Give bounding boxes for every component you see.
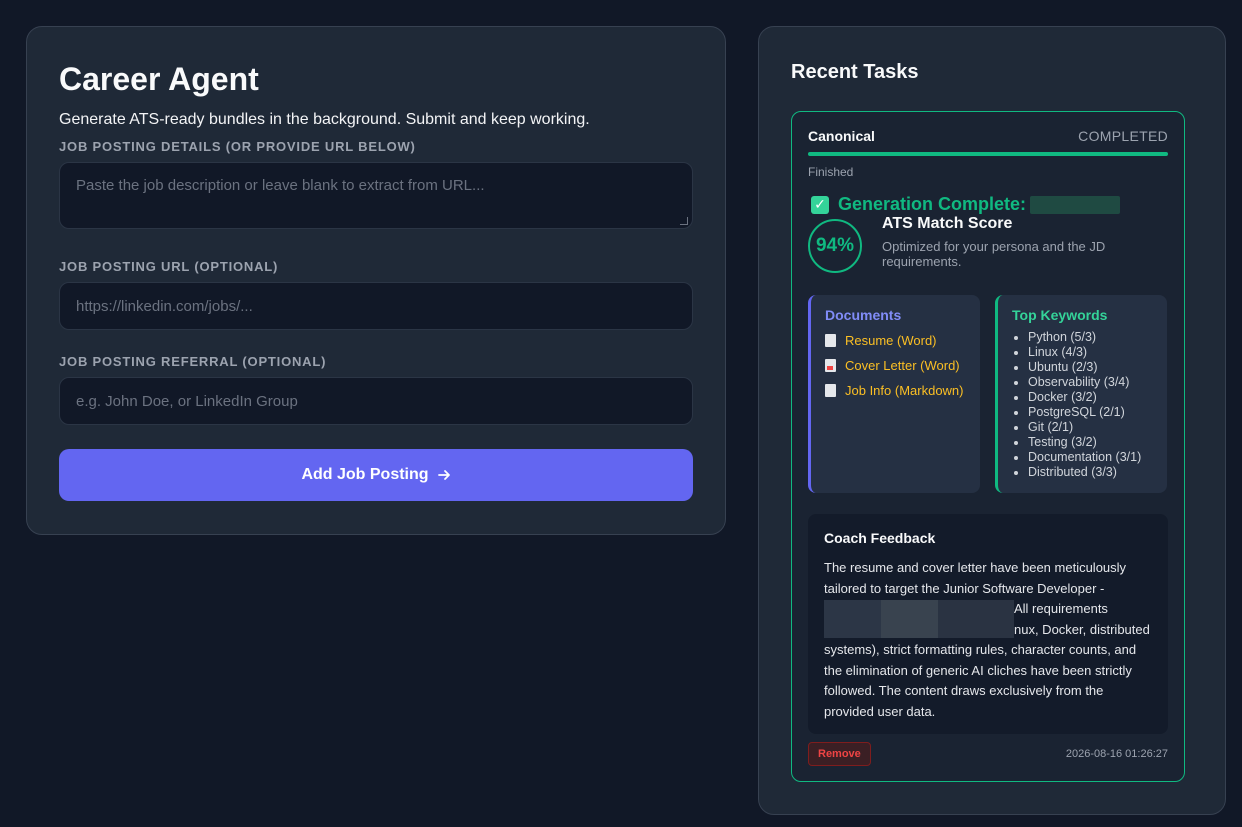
document-label: Resume (Word) (845, 333, 937, 348)
document-label: Cover Letter (Word) (845, 358, 960, 373)
redacted-job-title (1030, 195, 1121, 214)
resize-handle-icon[interactable] (680, 217, 688, 225)
keyword-item: Observability (3/4) (1028, 375, 1153, 390)
url-label: JOB POSTING URL (OPTIONAL) (59, 259, 279, 274)
ats-score-row: 94% ATS Match Score Optimized for your p… (808, 215, 1168, 273)
keywords-title: Top Keywords (1012, 307, 1108, 323)
task-status: COMPLETED (1078, 128, 1168, 144)
ats-score-desc: Optimized for your persona and the JD re… (882, 239, 1106, 269)
task-header: Canonical COMPLETED (808, 128, 1168, 144)
job-form-card: Career Agent Generate ATS-ready bundles … (26, 26, 726, 535)
task-phase: Finished (808, 165, 854, 179)
ats-score-title: ATS Match Score (882, 215, 1013, 232)
keyword-item: Linux (4/3) (1028, 345, 1153, 360)
document-label: Job Info (Markdown) (845, 383, 964, 398)
coach-text-part1: The resume and cover letter have been me… (824, 560, 1127, 596)
job-referral-placeholder: e.g. John Doe, or LinkedIn Group (76, 392, 298, 410)
job-details-textarea[interactable]: Paste the job description or leave blank… (59, 162, 693, 229)
document-link-job-info[interactable]: Job Info (Markdown) (825, 383, 966, 398)
keyword-item: Distributed (3/3) (1028, 465, 1153, 480)
coach-feedback-title: Coach Feedback (824, 530, 936, 546)
task-timestamp: 2026-08-16 01:26:27 (1065, 748, 1168, 760)
coach-feedback-box: Coach Feedback The resume and cover lett… (808, 514, 1168, 734)
file-icon (825, 359, 836, 372)
task-card: Canonical COMPLETED Finished ✓ Generatio… (791, 111, 1185, 782)
page-title: Career Agent (59, 61, 259, 97)
keyword-item: Testing (3/2) (1028, 435, 1153, 450)
task-footer: Remove 2026-08-16 01:26:27 (808, 742, 1168, 766)
coach-text-part2: All requirements (1014, 601, 1108, 616)
generation-title: Generation Complete: (838, 194, 1027, 214)
task-progress-bar (808, 152, 1168, 156)
file-icon (825, 334, 836, 347)
job-referral-input[interactable]: e.g. John Doe, or LinkedIn Group (59, 377, 693, 425)
details-label: JOB POSTING DETAILS (OR PROVIDE URL BELO… (59, 139, 416, 154)
job-url-input[interactable]: https://linkedin.com/jobs/... (59, 282, 693, 330)
arrow-right-icon (437, 470, 450, 480)
documents-title: Documents (825, 307, 902, 323)
remove-task-button[interactable]: Remove (808, 742, 871, 766)
add-job-posting-button[interactable]: Add Job Posting (59, 449, 693, 501)
documents-box: Documents Resume (Word) Cover Letter (Wo… (808, 295, 980, 493)
keyword-item: Documentation (3/1) (1028, 450, 1153, 465)
add-job-posting-label: Add Job Posting (301, 466, 429, 483)
referral-label: JOB POSTING REFERRAL (OPTIONAL) (59, 354, 327, 369)
keyword-item: PostgreSQL (2/1) (1028, 405, 1153, 420)
task-progress-fill (808, 152, 1168, 156)
task-detail-boxes: Documents Resume (Word) Cover Letter (Wo… (808, 295, 1168, 493)
document-link-resume[interactable]: Resume (Word) (825, 333, 966, 348)
page-subtitle: Generate ATS-ready bundles in the backgr… (59, 111, 590, 128)
ats-score-text: ATS Match Score Optimized for your perso… (882, 215, 1132, 273)
job-url-placeholder: https://linkedin.com/jobs/... (76, 297, 253, 315)
coach-feedback-text: The resume and cover letter have been me… (824, 558, 1152, 722)
recent-tasks-card: Recent Tasks Canonical COMPLETED Finishe… (758, 26, 1226, 815)
generation-row: ✓ Generation Complete: (811, 194, 1168, 215)
keyword-item: Git (2/1) (1028, 420, 1153, 435)
ats-score-circle: 94% (808, 219, 862, 273)
task-company: Canonical (808, 128, 875, 144)
recent-tasks-title: Recent Tasks (791, 61, 919, 83)
keyword-item: Python (5/3) (1028, 330, 1153, 345)
keyword-item: Docker (3/2) (1028, 390, 1153, 405)
keywords-list: Python (5/3) Linux (4/3) Ubuntu (2/3) Ob… (1012, 330, 1153, 480)
keywords-box: Top Keywords Python (5/3) Linux (4/3) Ub… (995, 295, 1167, 493)
job-details-placeholder: Paste the job description or leave blank… (76, 177, 485, 194)
redacted-text (824, 600, 1014, 638)
file-icon (825, 384, 836, 397)
checkmark-icon: ✓ (811, 195, 829, 214)
keyword-item: Ubuntu (2/3) (1028, 360, 1153, 375)
document-link-cover-letter[interactable]: Cover Letter (Word) (825, 358, 966, 373)
